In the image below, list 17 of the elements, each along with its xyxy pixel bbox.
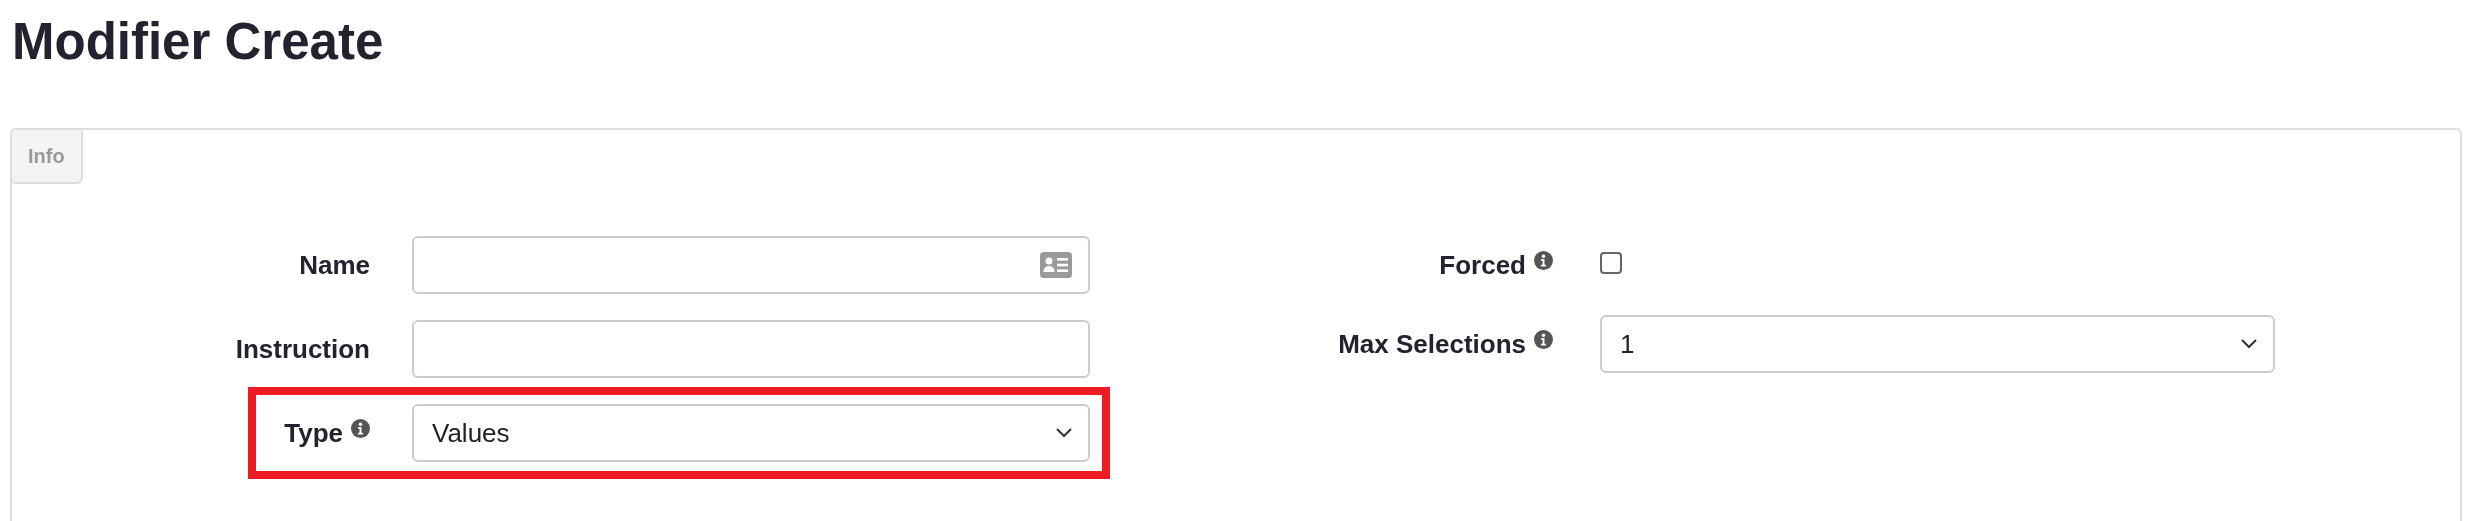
chevron-down-icon (2241, 339, 2257, 349)
page-title: Modifier Create (12, 12, 385, 68)
contact-card-icon (1040, 252, 1072, 278)
field-label: Instruction (235, 333, 370, 365)
info-icon[interactable] (1534, 250, 1553, 270)
input-field[interactable] (412, 236, 1090, 294)
info-icon[interactable] (1534, 329, 1553, 349)
field-label: Name (299, 249, 370, 281)
field-label: Forced (1439, 249, 1526, 281)
select-field[interactable]: Values (412, 404, 1090, 462)
field-label: Max Selections (1338, 328, 1526, 360)
info-icon[interactable] (351, 418, 370, 438)
chevron-down-icon (1056, 428, 1072, 438)
select-field[interactable]: 1 (1600, 315, 2275, 373)
field-label: Type (284, 417, 343, 449)
checkbox[interactable] (1600, 252, 1622, 274)
input-field[interactable] (412, 320, 1090, 378)
